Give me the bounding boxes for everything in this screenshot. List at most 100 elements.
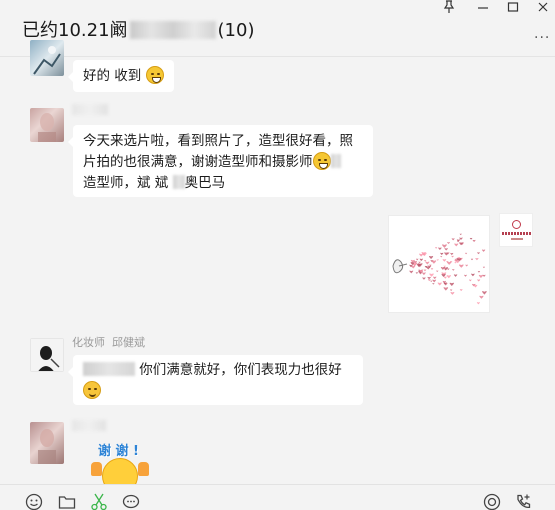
maximize-button[interactable] bbox=[496, 0, 530, 18]
heart-mark bbox=[443, 287, 449, 291]
logo-wordmark bbox=[502, 232, 532, 235]
heart-mark bbox=[451, 238, 455, 241]
grin-emoji-icon bbox=[145, 66, 164, 84]
logo-subtext bbox=[511, 238, 523, 240]
chat-title-prefix: 已约10.21阚 bbox=[22, 20, 128, 41]
heart-mark bbox=[437, 282, 442, 286]
close-button[interactable] bbox=[526, 0, 555, 18]
avatar[interactable] bbox=[30, 338, 64, 372]
thinking-emoji-icon bbox=[83, 381, 101, 399]
heart-mark bbox=[450, 289, 453, 291]
heart-mark bbox=[440, 252, 444, 255]
avatar-photo bbox=[33, 46, 61, 75]
heart-mark bbox=[469, 237, 473, 240]
more-options-button[interactable]: ··· bbox=[534, 30, 550, 46]
heart-mark bbox=[419, 258, 424, 262]
heart-mark bbox=[450, 252, 454, 256]
grin-emoji-icon bbox=[312, 152, 331, 170]
heart-mark bbox=[454, 243, 459, 247]
heart-mark bbox=[436, 259, 439, 261]
heart-mark bbox=[419, 253, 424, 257]
heart-mark bbox=[452, 269, 455, 271]
heart-mark bbox=[415, 258, 419, 261]
heart-mark bbox=[459, 289, 463, 292]
heart-mark bbox=[475, 258, 479, 261]
scissors-icon[interactable] bbox=[90, 493, 108, 510]
emoji-icon[interactable] bbox=[25, 493, 43, 510]
input-toolbar bbox=[0, 484, 555, 510]
avatar-photo bbox=[31, 339, 63, 371]
heart-mark bbox=[482, 266, 485, 269]
heart-mark bbox=[446, 275, 452, 279]
avatar-photo bbox=[38, 113, 56, 142]
heart-mark bbox=[422, 272, 426, 276]
heart-mark bbox=[428, 255, 434, 259]
image-message[interactable] bbox=[388, 215, 490, 313]
heart-mark bbox=[423, 269, 427, 272]
sticker-hand-left bbox=[91, 462, 102, 476]
chat-title: 已约10.21阚 (10) bbox=[22, 16, 254, 42]
message-bubble[interactable]: 你们满意就好，你们表现力也很好 bbox=[68, 355, 363, 405]
heart-mark bbox=[424, 260, 427, 262]
heart-mark bbox=[481, 249, 486, 252]
maximize-icon bbox=[507, 2, 519, 12]
heart-mark bbox=[465, 252, 468, 255]
heart-mark bbox=[477, 279, 481, 282]
heart-mark bbox=[418, 261, 421, 264]
heart-mark bbox=[478, 274, 484, 278]
heart-mark bbox=[433, 276, 437, 280]
heart-mark bbox=[453, 274, 458, 277]
heart-mark bbox=[440, 255, 443, 258]
heart-mark bbox=[430, 268, 434, 270]
heart-mark bbox=[472, 239, 476, 242]
heart-mark bbox=[468, 279, 472, 282]
heart-mark bbox=[443, 265, 446, 268]
phone-icon[interactable] bbox=[515, 493, 533, 510]
heart-mark bbox=[464, 274, 467, 277]
message-text: 好的 收到 bbox=[83, 68, 142, 84]
chat-bubble-icon[interactable] bbox=[122, 493, 140, 510]
heart-mark bbox=[435, 247, 438, 249]
heart-mark bbox=[465, 264, 469, 267]
live-icon[interactable] bbox=[483, 493, 501, 510]
pin-icon bbox=[443, 0, 455, 13]
folder-icon[interactable] bbox=[58, 493, 76, 510]
sender-name: 化妆师 邱健斌 bbox=[72, 336, 145, 349]
heart-mark bbox=[432, 283, 435, 285]
redacted-sender-name bbox=[72, 420, 106, 431]
heart-mark bbox=[477, 271, 481, 273]
message-bubble[interactable]: 好的 收到 bbox=[68, 60, 174, 92]
chat-window: 已约10.21阚 (10) ··· 好的 收到 今天来选片啦，看到照片了，造型很好… bbox=[0, 0, 555, 510]
heart-mark bbox=[430, 280, 433, 283]
sticker-text: 谢 谢 ! bbox=[98, 444, 139, 459]
avatar[interactable] bbox=[30, 108, 64, 142]
heart-mark bbox=[459, 233, 462, 236]
heart-mark bbox=[431, 260, 437, 264]
heart-mark bbox=[473, 284, 478, 288]
heart-mark bbox=[427, 276, 431, 280]
close-icon bbox=[538, 2, 548, 12]
heart-mark bbox=[449, 282, 455, 286]
heart-mark bbox=[443, 276, 447, 279]
my-avatar[interactable] bbox=[499, 213, 533, 247]
heart-mark bbox=[458, 264, 464, 268]
heart-mark bbox=[426, 266, 431, 270]
pin-button[interactable] bbox=[432, 0, 466, 18]
heart-mark bbox=[450, 292, 455, 295]
heart-mark bbox=[409, 270, 414, 274]
minimize-button[interactable] bbox=[466, 0, 500, 18]
redacted-text bbox=[172, 175, 185, 189]
redacted-sender-name bbox=[72, 104, 108, 115]
message-bubble[interactable]: 今天来选片啦，看到照片了，造型很好看，照 片拍的也很满意，谢谢造型师和摄影师 造… bbox=[68, 125, 373, 197]
heart-mark bbox=[447, 268, 450, 271]
heart-mark bbox=[427, 279, 431, 282]
heart-mark bbox=[444, 248, 448, 251]
avatar[interactable] bbox=[30, 40, 64, 76]
heart-mark bbox=[476, 302, 480, 305]
heart-mark bbox=[438, 247, 442, 251]
avatar[interactable] bbox=[30, 422, 64, 464]
heart-logo-icon bbox=[512, 220, 521, 229]
heart-mark bbox=[451, 255, 454, 258]
heart-mark bbox=[471, 273, 475, 277]
redacted-text bbox=[83, 362, 135, 376]
